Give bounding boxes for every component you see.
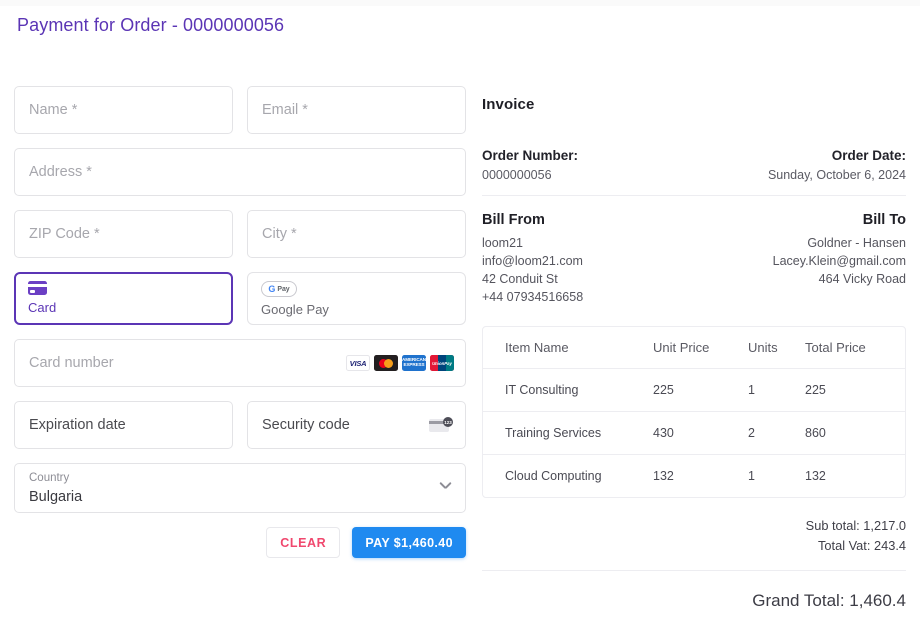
tab-google-pay-label: Google Pay <box>261 302 329 317</box>
country-select[interactable]: Country Bulgaria <box>14 463 466 513</box>
page-title: Payment for Order - 0000000056 <box>17 15 285 35</box>
invoice-items-table: Item Name Unit Price Units Total Price I… <box>482 325 906 498</box>
bill-from-line: +44 07934516658 <box>482 290 584 305</box>
bill-from-block: Bill From loom21 info@loom21.com 42 Cond… <box>482 212 583 307</box>
city-placeholder: City * <box>262 226 297 242</box>
card-number-placeholder: Card number <box>29 355 114 371</box>
amex-icon: AMERICAN EXPRESS <box>402 355 426 371</box>
bill-from-line: info@loom21.com <box>482 254 583 269</box>
card-number-row: Card number VISA AMERICAN EXPRESS UnionPa… <box>14 339 466 387</box>
cell-unit-price: 225 <box>653 368 748 412</box>
cvc-card-icon: 123 <box>429 417 453 433</box>
bill-to-block: Bill To Goldner - Hansen Lacey.Klein@gma… <box>773 212 906 307</box>
column-item-name: Item Name <box>483 326 653 369</box>
bill-to-line: Lacey.Klein@gmail.com <box>772 254 906 269</box>
visa-icon: VISA <box>346 355 370 371</box>
zip-city-row: ZIP Code * City * <box>14 210 466 258</box>
column-unit-price: Unit Price <box>653 326 748 369</box>
sub-total: Sub total: 1,217.0 <box>805 517 906 533</box>
card-brand-icons: VISA AMERICAN EXPRESS UnionPay <box>346 355 454 371</box>
cell-units: 2 <box>748 411 805 455</box>
table-row: Training Services 430 2 860 <box>483 411 905 455</box>
google-pay-text-glyph: Pay <box>277 285 290 293</box>
top-band <box>0 0 920 6</box>
tab-card[interactable]: Card <box>14 272 233 325</box>
address-placeholder: Address * <box>29 164 92 180</box>
order-number-block: Order Number: 0000000056 <box>482 148 578 182</box>
google-g-glyph: G <box>268 283 276 294</box>
payment-form: Name * Email * Address * ZIP Code * City… <box>14 86 466 558</box>
name-placeholder: Name * <box>29 102 78 118</box>
unionpay-icon: UnionPay <box>430 355 454 371</box>
security-code-placeholder: Security code <box>262 417 350 433</box>
cell-units: 1 <box>748 368 805 412</box>
cell-total-price: 860 <box>805 411 905 455</box>
table-header-row: Item Name Unit Price Units Total Price <box>483 326 905 369</box>
total-vat: Total Vat: 243.4 <box>818 538 906 554</box>
invoice-totals: Sub total: 1,217.0 Total Vat: 243.4 <box>482 516 906 557</box>
bill-to-line: 464 Vicky Road <box>818 272 906 287</box>
payment-page: Payment for Order - 0000000056 Name * Em… <box>0 0 920 631</box>
security-code-input[interactable]: Security code 123 <box>247 401 466 449</box>
email-placeholder: Email * <box>262 102 308 118</box>
grand-total: Grand Total: 1,460.4 <box>752 590 906 610</box>
order-date-block: Order Date: Sunday, October 6, 2024 <box>768 148 906 182</box>
card-number-input[interactable]: Card number VISA AMERICAN EXPRESS UnionPa… <box>14 339 466 387</box>
bill-from-heading: Bill From <box>482 212 545 228</box>
cell-unit-price: 430 <box>653 411 748 455</box>
cell-unit-price: 132 <box>653 468 674 483</box>
grand-total-divider <box>482 569 906 571</box>
cell-total-price: 132 <box>805 468 826 483</box>
cell-item-name: Training Services <box>483 411 653 455</box>
form-actions: CLEAR PAY $1,460.40 <box>14 527 466 558</box>
google-pay-icon: G Pay <box>261 281 297 297</box>
invoice-meta: Order Number: 0000000056 Order Date: Sun… <box>482 148 906 182</box>
clear-button[interactable]: CLEAR <box>266 527 341 558</box>
cell-item-name: IT Consulting <box>483 368 653 412</box>
payment-method-tabs: Card G Pay Google Pay <box>14 272 466 325</box>
expiration-placeholder: Expiration date <box>29 417 126 433</box>
cell-item-name: Cloud Computing <box>505 468 602 483</box>
credit-card-icon <box>28 281 47 295</box>
pay-button[interactable]: PAY $1,460.40 <box>352 527 466 558</box>
zip-code-input[interactable]: ZIP Code * <box>14 210 233 258</box>
chevron-down-icon <box>440 483 451 494</box>
email-input[interactable]: Email * <box>247 86 466 134</box>
order-number-value: 0000000056 <box>482 168 552 182</box>
name-email-row: Name * Email * <box>14 86 466 134</box>
tab-card-label: Card <box>28 300 57 315</box>
column-total-price: Total Price <box>805 326 905 369</box>
country-value: Bulgaria <box>29 488 83 505</box>
tab-google-pay[interactable]: G Pay Google Pay <box>247 272 466 325</box>
address-input[interactable]: Address * <box>14 148 466 196</box>
bill-from-line: loom21 <box>482 236 523 250</box>
city-input[interactable]: City * <box>247 210 466 258</box>
bill-to-line: Goldner - Hansen <box>807 236 906 250</box>
order-date-value: Sunday, October 6, 2024 <box>767 168 906 182</box>
expiry-cvc-row: Expiration date Security code 123 <box>14 401 466 449</box>
cell-units: 1 <box>748 468 755 483</box>
bill-from-line: 42 Conduit St <box>482 272 558 287</box>
bill-section: Bill From loom21 info@loom21.com 42 Cond… <box>482 212 906 307</box>
bill-to-heading: Bill To <box>862 212 906 228</box>
column-units: Units <box>748 326 805 369</box>
table-row: IT Consulting 225 1 225 <box>483 368 905 412</box>
zip-placeholder: ZIP Code * <box>29 226 100 242</box>
invoice-heading: Invoice <box>482 96 535 113</box>
order-number-label: Order Number: <box>482 148 579 163</box>
mastercard-icon <box>374 355 398 371</box>
address-row: Address * <box>14 148 466 196</box>
meta-divider <box>482 195 906 196</box>
expiration-date-input[interactable]: Expiration date <box>14 401 233 449</box>
invoice-panel: Invoice Order Number: 0000000056 Order D… <box>482 96 906 611</box>
table-row: Cloud Computing 132 1 132 <box>483 454 905 497</box>
cell-total-price: 225 <box>805 368 905 412</box>
order-date-label: Order Date: <box>831 148 906 163</box>
country-label: Country <box>29 472 70 484</box>
name-input[interactable]: Name * <box>14 86 233 134</box>
